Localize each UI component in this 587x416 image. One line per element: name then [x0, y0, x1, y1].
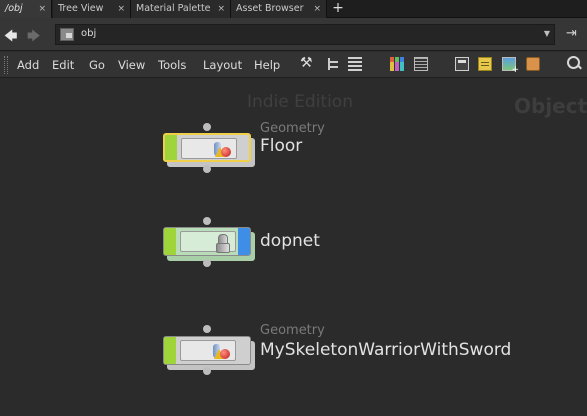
- close-icon[interactable]: ×: [117, 0, 125, 18]
- node-input-connector[interactable]: [203, 123, 211, 131]
- node-type-label: Geometry: [260, 121, 325, 136]
- bypass-flag[interactable]: [165, 135, 177, 160]
- toolbar-grip[interactable]: [4, 56, 8, 74]
- node-body[interactable]: [163, 336, 251, 365]
- node-input-connector[interactable]: [203, 217, 211, 225]
- tab-tree-view[interactable]: Tree View ×: [53, 0, 131, 18]
- tab-asset-browser[interactable]: Asset Browser ×: [231, 0, 327, 18]
- close-icon[interactable]: ×: [313, 0, 321, 18]
- forward-arrow-icon[interactable]: 🡆: [27, 27, 40, 49]
- display-flag[interactable]: [238, 337, 250, 364]
- menu-layout[interactable]: Layout: [203, 58, 242, 72]
- chevron-down-icon[interactable]: ▼: [544, 29, 550, 38]
- menu-edit[interactable]: Edit: [52, 58, 74, 72]
- close-icon[interactable]: ×: [217, 0, 225, 18]
- network-path-field[interactable]: obj ▼: [55, 24, 555, 45]
- path-value: obj: [81, 28, 97, 39]
- search-icon[interactable]: [567, 56, 581, 70]
- display-flag[interactable]: [237, 135, 249, 160]
- color-palette-icon[interactable]: [390, 57, 404, 71]
- add-tab-icon[interactable]: +: [330, 0, 346, 18]
- dop-network-icon: [216, 234, 230, 253]
- tab-label: Asset Browser: [236, 3, 304, 14]
- background-image-icon[interactable]: [502, 57, 519, 75]
- path-bar: 🡄 🡆 obj ▼ ⇥: [0, 18, 587, 51]
- node-output-connector[interactable]: [203, 165, 211, 173]
- bypass-flag[interactable]: [164, 337, 176, 364]
- network-context-label: Objects: [514, 94, 587, 118]
- network-toolbar: Add Edit Go View Tools Layout Help ⚒: [0, 52, 587, 78]
- menu-help[interactable]: Help: [254, 58, 280, 72]
- sticky-note-icon[interactable]: [478, 57, 492, 71]
- tab-label: Material Palette: [136, 3, 211, 14]
- node-tile: [180, 340, 236, 361]
- pin-icon[interactable]: ⇥: [566, 26, 577, 41]
- icon-sphere: [221, 147, 231, 157]
- network-context-icon: [60, 28, 74, 41]
- tab-material-palette[interactable]: Material Palette ×: [131, 0, 231, 18]
- geometry-icon: [211, 142, 237, 159]
- wrench-icon[interactable]: ⚒: [300, 55, 314, 71]
- menu-add[interactable]: Add: [17, 58, 39, 72]
- display-flag[interactable]: [238, 228, 250, 255]
- asset-box-icon[interactable]: [526, 57, 540, 71]
- tab-label: Tree View: [58, 3, 104, 14]
- icon-sphere: [220, 349, 230, 359]
- back-arrow-icon[interactable]: 🡄: [4, 27, 17, 49]
- tab-obj[interactable]: /obj ×: [0, 0, 52, 18]
- pane-tab-bar: /obj × Tree View × Material Palette × As…: [0, 0, 587, 18]
- tab-label: /obj: [5, 3, 23, 14]
- node-input-connector[interactable]: [203, 325, 211, 333]
- node-dopnet[interactable]: [163, 227, 255, 261]
- tree-layout-icon[interactable]: [326, 57, 340, 71]
- network-canvas[interactable]: Indie Edition Objects Geometry Floor: [0, 79, 587, 416]
- node-name-label[interactable]: MySkeletonWarriorWithSword: [260, 340, 511, 360]
- node-tile: [180, 231, 236, 253]
- node-name-label[interactable]: dopnet: [260, 231, 320, 251]
- node-output-connector[interactable]: [203, 367, 211, 375]
- parameter-list-icon[interactable]: [414, 57, 428, 71]
- node-name-label[interactable]: Floor: [260, 136, 302, 156]
- edition-watermark: Indie Edition: [247, 92, 353, 112]
- node-tile: [181, 138, 237, 159]
- bypass-flag[interactable]: [164, 228, 176, 255]
- node-floor[interactable]: [163, 133, 255, 167]
- node-type-label: Geometry: [260, 323, 325, 338]
- menu-go[interactable]: Go: [89, 58, 105, 72]
- close-icon[interactable]: ×: [38, 0, 46, 18]
- node-body[interactable]: [163, 227, 251, 256]
- network-box-icon[interactable]: [455, 57, 469, 71]
- node-output-connector[interactable]: [203, 259, 211, 267]
- node-myskeletonwarriorwithsword[interactable]: [163, 336, 255, 370]
- list-view-icon[interactable]: [348, 57, 362, 71]
- menu-tools[interactable]: Tools: [158, 58, 186, 72]
- menu-view[interactable]: View: [118, 58, 145, 72]
- node-body[interactable]: [163, 133, 251, 162]
- geometry-icon: [210, 344, 236, 361]
